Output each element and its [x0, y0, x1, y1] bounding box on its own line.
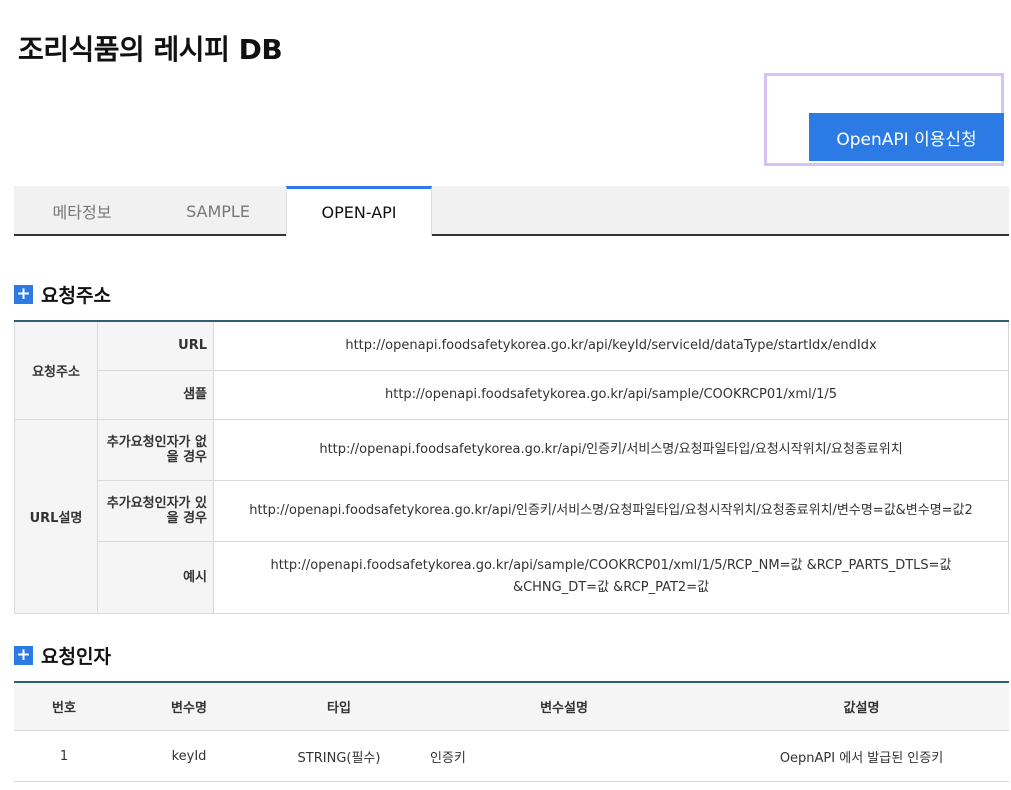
row-value: http://openapi.foodsafetykorea.go.kr/api…	[213, 418, 1009, 481]
column-header: 값설명	[714, 682, 1009, 731]
tab-sample[interactable]: SAMPLE	[150, 186, 286, 236]
section-request-address: + 요청주소	[14, 281, 111, 308]
row-label: 예시	[97, 540, 214, 614]
request-address-table: 요청주소 URL http://openapi.foodsafetykorea.…	[14, 320, 1009, 614]
openapi-apply-button[interactable]: OpenAPI 이용신청	[809, 113, 1004, 161]
tab-bar: 메타정보 SAMPLE OPEN-API	[14, 186, 1009, 236]
section-request-params: + 요청인자	[14, 642, 111, 669]
row-value: http://openapi.foodsafetykorea.go.kr/api…	[213, 540, 1009, 614]
section-title: 요청인자	[41, 646, 111, 668]
group-label-request-address: 요청주소	[14, 320, 98, 420]
tab-open-api[interactable]: OPEN-API	[286, 186, 432, 236]
column-header: 타입	[264, 682, 414, 731]
row-value: http://openapi.foodsafetykorea.go.kr/api…	[213, 479, 1009, 542]
group-label-url-desc: URL설명	[14, 418, 98, 614]
cell-type: STRING(필수)	[264, 730, 414, 782]
column-header: 변수명	[114, 682, 264, 731]
column-header: 변수설명	[414, 682, 714, 731]
section-title: 요청주소	[41, 285, 111, 307]
row-value: http://openapi.foodsafetykorea.go.kr/api…	[213, 369, 1009, 420]
row-label: 추가요청인자가 없을 경우	[97, 418, 214, 481]
column-header: 번호	[14, 682, 114, 731]
cell-no: 1	[14, 730, 114, 782]
cell-value-desc: OepnAPI 에서 발급된 인증키	[714, 730, 1009, 782]
page-title: 조리식품의 레시피 DB	[18, 33, 283, 66]
cell-name: keyId	[114, 730, 264, 782]
row-value: http://openapi.foodsafetykorea.go.kr/api…	[213, 320, 1009, 371]
row-label: URL	[97, 320, 214, 371]
row-label: 추가요청인자가 있을 경우	[97, 479, 214, 542]
request-params-table: 번호 변수명 타입 변수설명 값설명 1 keyId STRING(필수) 인증…	[14, 681, 1009, 782]
table-row: 1 keyId STRING(필수) 인증키 OepnAPI 에서 발급된 인증…	[14, 730, 1009, 782]
tab-meta-info[interactable]: 메타정보	[14, 186, 150, 236]
plus-icon[interactable]: +	[14, 285, 33, 304]
plus-icon[interactable]: +	[14, 646, 33, 665]
row-label: 샘플	[97, 369, 214, 420]
cell-desc: 인증키	[414, 730, 714, 782]
